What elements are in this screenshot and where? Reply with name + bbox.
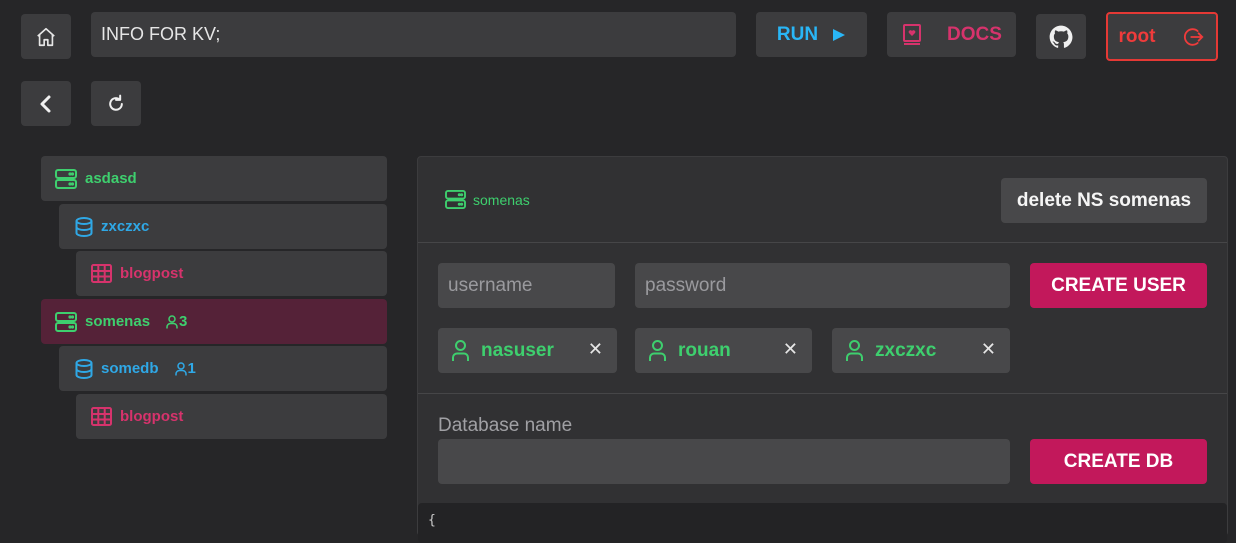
- database-name-label: Database name: [438, 415, 573, 436]
- create-db-label: CREATE DB: [1063, 450, 1174, 472]
- run-label: RUN: [776, 23, 819, 45]
- namespace-name: somenas: [473, 191, 530, 208]
- divider: [418, 393, 1227, 394]
- user-icon: [846, 339, 863, 361]
- chevron-left-icon: [40, 95, 51, 112]
- server-icon: [55, 311, 77, 332]
- logout-icon: [1184, 27, 1205, 46]
- user-chip: rouan ✕: [635, 328, 812, 373]
- refresh-button[interactable]: [91, 81, 141, 126]
- password-input[interactable]: [635, 263, 1010, 308]
- tree-item-namespace-selected[interactable]: somenas 3: [41, 299, 387, 344]
- table-icon: [91, 264, 112, 283]
- user-count: 1: [187, 360, 196, 377]
- create-user-label: CREATE USER: [1051, 274, 1186, 296]
- back-button[interactable]: [21, 81, 71, 126]
- database-name-input[interactable]: [438, 439, 1010, 484]
- tree-item-label: blogpost: [120, 265, 184, 282]
- docs-button[interactable]: DOCS: [887, 12, 1016, 57]
- create-db-button[interactable]: CREATE DB: [1030, 439, 1207, 484]
- docs-label: DOCS: [947, 23, 1002, 45]
- user-icon: [166, 314, 178, 328]
- namespace-heading: somenas: [445, 190, 530, 209]
- tree-item-label: somenas: [85, 313, 151, 330]
- remove-user-icon[interactable]: ✕: [783, 339, 798, 360]
- remove-user-icon[interactable]: ✕: [981, 339, 996, 360]
- book-heart-icon: [903, 23, 922, 45]
- user-count-badge: 1: [174, 360, 196, 377]
- tree-item-label: somedb: [101, 360, 159, 377]
- github-icon: [1049, 25, 1073, 48]
- database-icon: [75, 358, 93, 379]
- info-output-code: {: [418, 503, 1227, 543]
- server-icon: [55, 168, 77, 189]
- github-button[interactable]: [1036, 14, 1086, 59]
- tree-item-table[interactable]: blogpost: [76, 394, 387, 439]
- remove-user-icon[interactable]: ✕: [588, 339, 603, 360]
- user-icon: [649, 339, 666, 361]
- user-label: root: [1118, 25, 1156, 47]
- query-input[interactable]: [91, 12, 736, 57]
- home-button[interactable]: [21, 14, 71, 59]
- user-icon: [452, 339, 469, 361]
- tree-item-label: blogpost: [120, 408, 184, 425]
- run-button[interactable]: RUN: [756, 12, 867, 57]
- play-icon: [833, 28, 846, 41]
- home-icon: [37, 27, 55, 46]
- tree-item-label: zxczxc: [101, 218, 150, 235]
- user-name: nasuser: [481, 339, 554, 361]
- user-name: rouan: [678, 339, 731, 361]
- delete-namespace-button[interactable]: delete NS somenas: [1001, 178, 1207, 223]
- divider: [418, 242, 1227, 243]
- table-icon: [91, 407, 112, 426]
- namespace-detail-panel: somenas delete NS somenas CREATE USER na…: [417, 156, 1228, 543]
- user-chip: zxczxc ✕: [832, 328, 1010, 373]
- user-count: 3: [179, 313, 188, 330]
- user-name: zxczxc: [875, 339, 937, 361]
- create-user-button[interactable]: CREATE USER: [1030, 263, 1207, 308]
- user-chip: nasuser ✕: [438, 328, 617, 373]
- delete-namespace-label: delete NS somenas: [1016, 189, 1192, 211]
- database-icon: [75, 216, 93, 237]
- logout-button[interactable]: root: [1106, 12, 1218, 61]
- tree-item-table[interactable]: blogpost: [76, 251, 387, 296]
- user-count-badge: 3: [166, 313, 187, 330]
- tree-item-namespace[interactable]: asdasd: [41, 156, 387, 201]
- user-icon: [174, 361, 187, 375]
- tree-item-label: asdasd: [85, 170, 137, 187]
- tree-item-database[interactable]: somedb 1: [59, 346, 387, 391]
- server-icon: [445, 190, 466, 209]
- username-input[interactable]: [438, 263, 615, 308]
- tree-item-database[interactable]: zxczxc: [59, 204, 387, 249]
- refresh-icon: [109, 94, 123, 111]
